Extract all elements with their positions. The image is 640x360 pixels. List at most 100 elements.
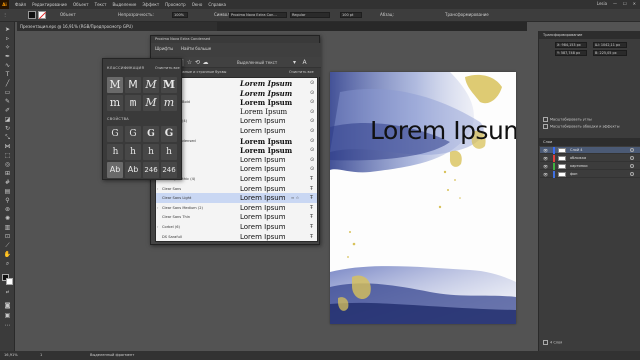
menu-view[interactable]: Просмотр [165,2,186,7]
line-tool-icon[interactable]: ╱ [3,80,12,88]
selection-tool-icon[interactable]: ➤ [3,26,12,34]
expand-arrow-icon[interactable]: › [157,187,158,191]
blend-tool-icon[interactable]: ⊛ [3,206,12,214]
artboard-heading-text[interactable]: Lorem Ipsum [370,116,516,145]
property-weight-bold[interactable]: G [143,126,159,142]
hand-tool-icon[interactable]: ✋ [3,251,12,259]
edit-toolbar-icon[interactable]: ⋯ [3,322,12,330]
menu-object[interactable]: Объект [73,2,89,7]
shape-builder-icon[interactable]: ◎ [3,161,12,169]
font-row[interactable]: DS Sarafull Lorem Ipsum Ŧ [156,232,317,241]
artboard[interactable]: Lorem Ipsum [330,72,516,324]
menu-effect[interactable]: Эффект [142,2,159,7]
artboard-number[interactable]: 1 [40,353,42,357]
text-size-small-icon[interactable]: ▾ [291,59,298,66]
font-family-select[interactable]: Proxima Nova Extra Con... [229,12,287,18]
layer-target-icon[interactable] [630,148,634,152]
classification-decorative-button[interactable]: m [161,95,177,111]
eye-icon[interactable]: 👁 [543,164,548,169]
type-tool-icon[interactable]: T [3,71,12,79]
free-transform-icon[interactable]: ⬚ [3,152,12,160]
classification-blackletter-button[interactable]: m [107,95,123,111]
y-position-field[interactable]: Y: 587,748 px [555,50,587,56]
layer-row-4[interactable]: 👁 фон [540,171,640,178]
classification-slab-button[interactable]: M [161,77,177,93]
property-width-wide[interactable]: h [143,144,159,160]
eye-icon[interactable]: 👁 [543,156,548,161]
rectangle-tool-icon[interactable]: ▭ [3,89,12,97]
document-tab[interactable]: Презентация.eps @ 16,91% (RGB/Предпросмо… [17,22,217,31]
selected-text-label[interactable]: Выделенный текст [237,60,277,65]
layer-target-icon[interactable] [630,172,634,176]
curvature-tool-icon[interactable]: ∿ [3,62,12,70]
zoom-level[interactable]: 16,91% [4,353,18,357]
layer-name[interactable]: Слой 4 [570,148,582,152]
menu-edit[interactable]: Редактирование [32,2,67,7]
numerals-oldstyle-button[interactable]: 246 [161,162,177,178]
classification-mono-button[interactable]: m [125,95,141,111]
layer-row-2[interactable]: 👁 обложка [540,155,640,162]
gradient-tool-icon[interactable]: ▤ [3,188,12,196]
layer-name[interactable]: картинки [570,164,587,168]
menu-type[interactable]: Текст [95,2,107,7]
zoom-tool-icon[interactable]: ⌕ [3,260,12,268]
menu-file[interactable]: Файл [15,2,26,7]
scale-strokes-checkbox[interactable]: Масштабировать обводки и эффекты [543,124,619,129]
menu-select[interactable]: Выделение [112,2,136,7]
property-weight-black[interactable]: G [161,126,177,142]
perspective-grid-icon[interactable]: ⊞ [3,170,12,178]
font-panel-header[interactable]: Proxima Nova Extra Condensed [151,36,319,43]
magic-wand-icon[interactable]: ✧ [3,44,12,52]
tab-find-more[interactable]: Найти больше [181,46,211,51]
clear-all-filters-button[interactable]: Очистить все [289,70,314,74]
classification-serif-button[interactable]: M [107,77,123,93]
screen-mode-icon[interactable]: ▣ [3,312,12,320]
recent-filter-icon[interactable]: ⟲ [194,59,201,66]
rotate-tool-icon[interactable]: ↻ [3,125,12,133]
menu-help[interactable]: Справка [208,2,226,7]
toolbar-stroke-swatch[interactable] [6,278,13,285]
expand-arrow-icon[interactable]: › [157,206,158,210]
maximize-icon[interactable]: ☐ [623,1,627,6]
graph-tool-icon[interactable]: ▥ [3,224,12,232]
layer-row-3[interactable]: 👁 картинки [540,163,640,170]
transform-link[interactable]: Трансформирование [445,12,489,17]
numerals-lining-button[interactable]: 246 [143,162,159,178]
height-field[interactable]: В: 225,05 px [593,50,627,56]
menu-window[interactable]: Окно [192,2,203,7]
width-field[interactable]: Ш: 1042,11 px [593,42,627,48]
minimize-icon[interactable]: — [613,1,617,6]
activated-filter-icon[interactable]: ☁ [202,59,209,66]
workspace-switcher[interactable]: Lesia [597,1,607,6]
draw-mode-icon[interactable]: ◙ [3,302,12,310]
scale-tool-icon[interactable]: ⤡ [3,134,12,142]
property-width-extended[interactable]: h [161,144,177,160]
layer-name[interactable]: обложка [570,156,586,160]
fill-swatch[interactable] [28,11,36,19]
classification-clear-button[interactable]: Очистить все [155,66,180,70]
classification-script-button[interactable]: M [143,77,159,93]
layer-row-1[interactable]: 👁 Слой 4 [540,147,640,154]
font-row-actions-icon[interactable]: ≈ ☆ [291,195,299,200]
width-tool-icon[interactable]: ⋈ [3,143,12,151]
tab-fonts[interactable]: Шрифты [155,46,173,51]
direct-selection-tool-icon[interactable]: ▹ [3,35,12,43]
close-icon[interactable]: ✕ [633,1,636,6]
symbol-sprayer-icon[interactable]: ✺ [3,215,12,223]
transform-panel-tab[interactable]: Трансформирование [539,31,640,39]
layer-target-icon[interactable] [630,156,634,160]
property-width-normal[interactable]: h [125,144,141,160]
case-caps-button[interactable]: Ab [125,162,141,178]
layer-target-icon[interactable] [630,164,634,168]
paintbrush-tool-icon[interactable]: ✎ [3,98,12,106]
eyedropper-tool-icon[interactable]: ⚲ [3,197,12,205]
pen-tool-icon[interactable]: ✒ [3,53,12,61]
font-size-input[interactable]: 100 pt [340,12,362,18]
stroke-swatch[interactable] [38,11,46,19]
property-weight-light[interactable]: G [107,126,123,142]
slice-tool-icon[interactable]: ⟋ [3,242,12,250]
artboard-tool-icon[interactable]: ⊡ [3,233,12,241]
opacity-input[interactable]: 100% [172,12,188,18]
text-size-large-icon[interactable]: A [301,59,308,66]
eye-icon[interactable]: 👁 [543,172,548,177]
